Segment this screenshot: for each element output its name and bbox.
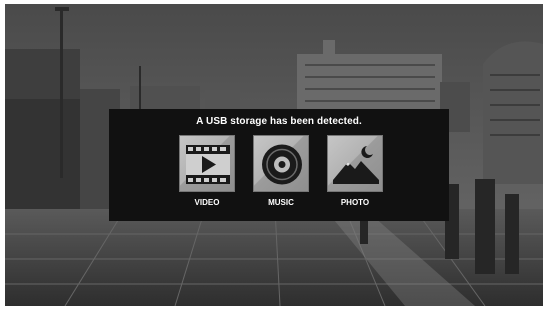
usb-detected-dialog: A USB storage has been detected. VIDEO M… xyxy=(109,109,449,221)
photo-option-label: PHOTO xyxy=(340,198,370,207)
dialog-title: A USB storage has been detected. xyxy=(196,116,362,127)
video-option-label: VIDEO xyxy=(194,198,220,207)
film-play-icon xyxy=(186,145,230,184)
video-option-button[interactable] xyxy=(179,135,235,192)
music-option-button[interactable] xyxy=(253,135,309,192)
disc-icon xyxy=(262,144,302,185)
tv-screen: A USB storage has been detected. VIDEO M… xyxy=(5,4,543,306)
photo-option-button[interactable] xyxy=(327,135,383,192)
music-option-label: MUSIC xyxy=(268,198,294,207)
mountain-moon-icon xyxy=(333,146,379,184)
